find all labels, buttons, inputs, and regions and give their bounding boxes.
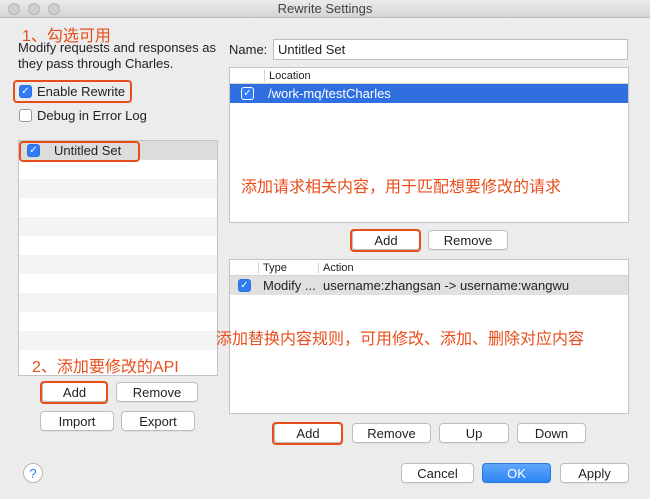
enable-rewrite-checkbox[interactable]: Enable Rewrite (19, 84, 125, 99)
locations-header: Location (230, 68, 628, 84)
rules-header: Type Action (230, 260, 628, 276)
cancel-button[interactable]: Cancel (401, 463, 474, 483)
sets-list[interactable]: Untitled Set (18, 140, 218, 376)
import-button[interactable]: Import (40, 411, 114, 431)
set-row[interactable]: Untitled Set (19, 141, 217, 160)
export-button[interactable]: Export (121, 411, 195, 431)
add-set-button[interactable]: Add (42, 382, 107, 402)
move-down-button[interactable]: Down (517, 423, 586, 443)
ok-button[interactable]: OK (482, 463, 551, 483)
locations-table[interactable]: Location /work-mq/testCharles (229, 67, 629, 223)
remove-set-button[interactable]: Remove (116, 382, 198, 402)
add-rule-button[interactable]: Add (274, 423, 342, 443)
annotation-location-note: 添加请求相关内容，用于匹配想要修改的请求 (241, 179, 562, 196)
apply-button[interactable]: Apply (560, 463, 629, 483)
add-location-button[interactable]: Add (352, 230, 420, 250)
rule-checkbox[interactable] (238, 279, 251, 292)
debug-log-checkbox[interactable]: Debug in Error Log (19, 108, 147, 123)
move-up-button[interactable]: Up (439, 423, 509, 443)
help-button[interactable]: ? (23, 463, 43, 483)
set-name-field[interactable] (273, 39, 628, 60)
remove-rule-button[interactable]: Remove (352, 423, 431, 443)
type-column-header[interactable]: Type (258, 261, 318, 274)
action-column-header[interactable]: Action (318, 261, 354, 274)
checkmark-icon (19, 85, 32, 98)
title-bar: Rewrite Settings (0, 0, 650, 18)
name-label: Name: (229, 42, 268, 57)
description-text: Modify requests and responses as they pa… (18, 40, 216, 71)
window-title: Rewrite Settings (277, 1, 373, 16)
set-checkbox[interactable] (27, 144, 40, 157)
rule-row[interactable]: Modify ... username:zhangsan -> username… (230, 276, 628, 295)
debug-log-label: Debug in Error Log (37, 108, 147, 123)
location-row[interactable]: /work-mq/testCharles (230, 84, 628, 103)
unchecked-box-icon (19, 109, 32, 122)
rule-type: Modify ... (263, 278, 316, 293)
location-checkbox[interactable] (241, 87, 254, 100)
location-text: /work-mq/testCharles (268, 86, 391, 101)
set-label: Untitled Set (54, 143, 122, 158)
rule-action: username:zhangsan -> username:wangwu (323, 278, 570, 293)
location-column-header[interactable]: Location (264, 69, 311, 82)
remove-location-button[interactable]: Remove (428, 230, 508, 250)
annotation-rules-note: 添加替换内容规则，可用修改、添加、删除对应内容 (216, 331, 585, 348)
enable-rewrite-label: Enable Rewrite (37, 84, 126, 99)
annotation-step2: 2、添加要修改的API (32, 359, 179, 376)
